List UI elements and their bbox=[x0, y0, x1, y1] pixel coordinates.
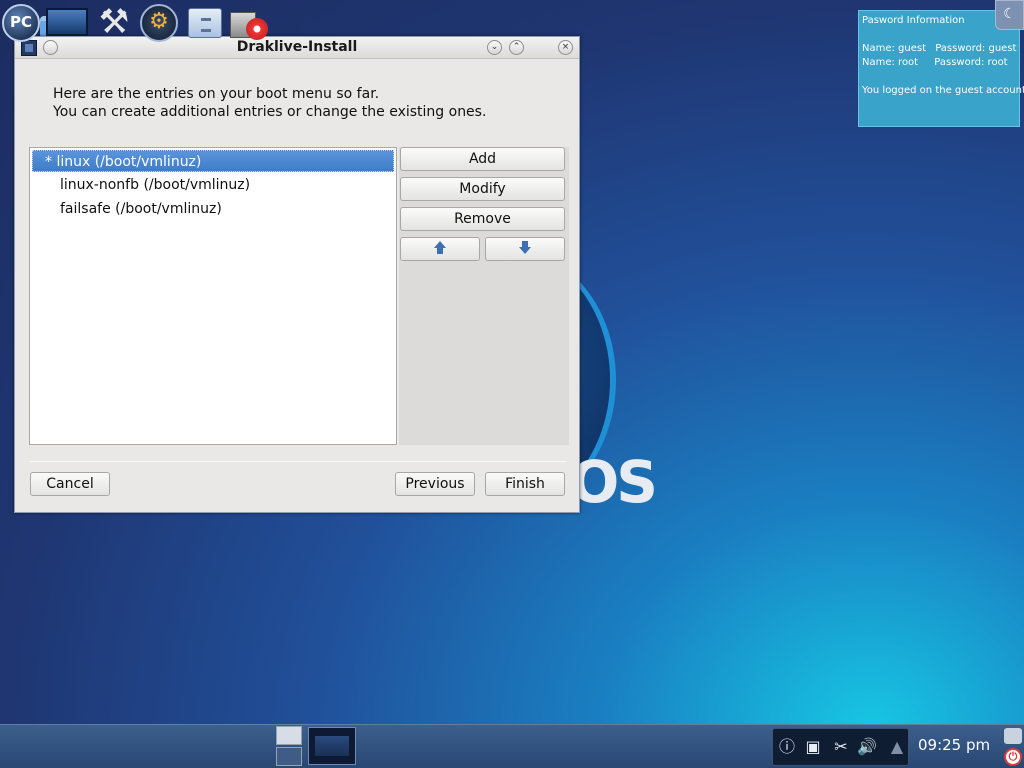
minimize-icon[interactable]: ⌄ bbox=[487, 40, 502, 55]
close-icon[interactable]: × bbox=[558, 40, 573, 55]
network-icon[interactable]: ▣ bbox=[803, 737, 823, 757]
tools-launcher-icon[interactable]: ⚒ bbox=[94, 4, 134, 42]
screen-launcher-icon[interactable] bbox=[46, 8, 88, 36]
clock[interactable]: 09:25 pm bbox=[918, 736, 990, 754]
root-password: Password: root bbox=[934, 57, 1008, 68]
info-icon[interactable]: ⓘ bbox=[777, 737, 797, 757]
intro-line-2: You can create additional entries or cha… bbox=[53, 104, 487, 120]
add-button[interactable]: Add bbox=[400, 147, 565, 171]
finish-button[interactable]: Finish bbox=[485, 472, 565, 496]
boot-entry-linux-nonfb[interactable]: linux-nonfb (/boot/vmlinuz) bbox=[32, 174, 394, 196]
desktop-logo-text: OS bbox=[570, 448, 658, 516]
boot-entry-linux[interactable]: * linux (/boot/vmlinuz) bbox=[32, 150, 394, 172]
boot-entries-list[interactable]: * linux (/boot/vmlinuz) linux-nonfb (/bo… bbox=[29, 147, 397, 445]
power-icon[interactable]: ⏻ bbox=[1004, 748, 1022, 766]
clipboard-icon[interactable]: ✂ bbox=[831, 737, 851, 757]
previous-button[interactable]: Previous bbox=[395, 472, 475, 496]
cancel-button[interactable]: Cancel bbox=[30, 472, 110, 496]
volume-icon[interactable]: 🔊 bbox=[857, 737, 877, 757]
remove-button[interactable]: Remove bbox=[400, 207, 565, 231]
desktop-pager[interactable] bbox=[276, 726, 302, 766]
guest-password: Password: guest bbox=[935, 43, 1017, 54]
arrow-down-icon bbox=[519, 241, 531, 255]
taskbar-window-draklive[interactable] bbox=[308, 727, 356, 765]
intro-text: Here are the entries on your boot menu s… bbox=[53, 85, 486, 121]
lock-screen-icon[interactable] bbox=[1004, 728, 1022, 744]
pager-desktop-2[interactable] bbox=[276, 747, 302, 766]
control-center-icon[interactable]: ⚙ bbox=[140, 4, 178, 42]
dialog-separator bbox=[29, 461, 567, 462]
system-tray: ⓘ ▣ ✂ 🔊 ▲ bbox=[772, 728, 909, 766]
root-name: Name: root bbox=[862, 57, 919, 68]
move-down-button[interactable] bbox=[485, 237, 565, 261]
modify-button[interactable]: Modify bbox=[400, 177, 565, 201]
draklive-install-dialog: Draklive-Install ⌄ ⌃ × Here are the entr… bbox=[14, 36, 580, 513]
arrow-up-icon bbox=[434, 241, 446, 255]
file-manager-icon[interactable] bbox=[188, 8, 222, 38]
intro-line-1: Here are the entries on your boot menu s… bbox=[53, 86, 380, 102]
move-up-button[interactable] bbox=[400, 237, 480, 261]
maximize-icon[interactable]: ⌃ bbox=[509, 40, 524, 55]
logged-message: You logged on the guest account bbox=[862, 85, 1024, 96]
guest-name: Name: guest bbox=[862, 43, 927, 54]
application-menu-button[interactable]: PC bbox=[2, 4, 40, 42]
boot-entry-failsafe[interactable]: failsafe (/boot/vmlinuz) bbox=[32, 198, 394, 220]
software-manager-icon[interactable] bbox=[230, 6, 270, 40]
password-panel-title: Pasword Information bbox=[862, 15, 965, 26]
desktop-toolbox-moon-icon[interactable]: ☾ bbox=[995, 0, 1024, 30]
pager-desktop-1[interactable] bbox=[276, 726, 302, 745]
updates-icon[interactable]: ▲ bbox=[887, 737, 907, 757]
